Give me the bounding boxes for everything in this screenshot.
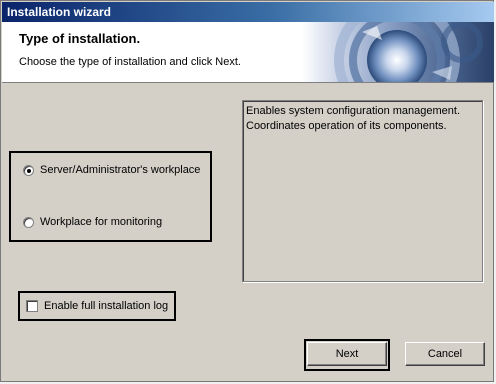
full-log-checkbox[interactable]	[26, 300, 38, 312]
page-title: Type of installation.	[19, 31, 141, 46]
description-panel: Enables system configuration management.…	[242, 100, 483, 282]
sphere-icon	[334, 22, 483, 82]
wizard-header: Type of installation. Choose the type of…	[2, 22, 494, 83]
next-button[interactable]: Next	[307, 342, 387, 366]
option-server-admin[interactable]: Server/Administrator's workplace	[23, 164, 200, 176]
cancel-button[interactable]: Cancel	[405, 342, 485, 366]
option-monitoring[interactable]: Workplace for monitoring	[23, 216, 162, 228]
full-log-option[interactable]: Enable full installation log	[18, 291, 176, 321]
option-monitoring-label: Workplace for monitoring	[40, 216, 163, 228]
option-server-admin-label: Server/Administrator's workplace	[40, 164, 201, 176]
radio-monitoring[interactable]	[23, 216, 34, 228]
header-banner-graphic	[302, 22, 494, 82]
window-title: Installation wizard	[7, 5, 112, 19]
full-log-label: Enable full installation log	[44, 300, 169, 312]
installation-type-group: Server/Administrator's workplace Workpla…	[9, 151, 212, 242]
installation-wizard-window: Installation wizard Type of installation…	[0, 0, 494, 382]
radio-server-admin[interactable]	[23, 164, 34, 176]
title-bar: Installation wizard	[2, 2, 494, 22]
page-subtitle: Choose the type of installation and clic…	[19, 56, 241, 68]
